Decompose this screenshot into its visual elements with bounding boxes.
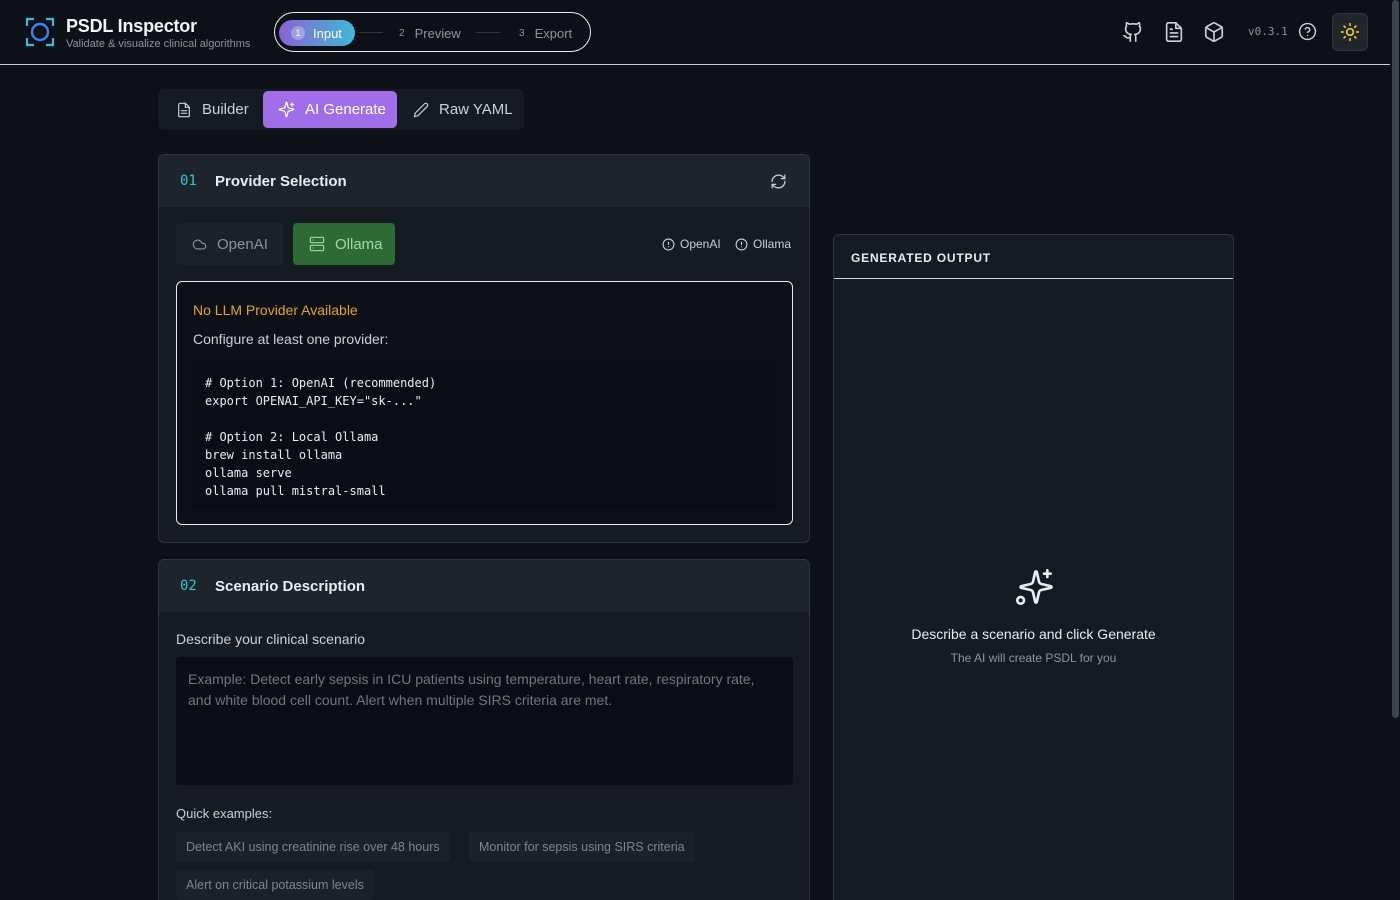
step-number: 2 [399,27,405,39]
warning-title: No LLM Provider Available [193,302,358,318]
docs-icon[interactable] [1163,21,1185,43]
step-connector [359,32,383,33]
status-label: Ollama [753,237,792,251]
code-line: export OPENAI_API_KEY="sk-..." [205,394,422,408]
panel-header: 02 Scenario Description [159,560,809,612]
scrollbar-thumb[interactable] [1392,0,1399,718]
tab-raw-yaml[interactable]: Raw YAML [397,91,524,128]
sun-icon [1340,22,1360,42]
mode-tabs: Builder AI Generate Raw YAML [158,89,524,130]
code-line: ollama serve [205,466,292,480]
package-icon[interactable] [1203,21,1225,43]
step-connector [476,32,500,33]
tab-label: Builder [202,101,249,118]
tab-label: AI Generate [305,101,386,118]
quick-example-chip[interactable]: Alert on critical potassium levels [176,870,374,900]
provider-selection-panel: 01 Provider Selection OpenAI Ollama Open… [158,154,810,543]
workflow-stepper: 1 Input 2 Preview 3 Export [274,12,591,52]
version-label: v0.3.1 [1248,25,1288,38]
alert-circle-icon [735,238,748,250]
tab-label: Raw YAML [439,101,513,118]
openai-status: OpenAI [662,237,721,251]
status-label: OpenAI [680,237,721,251]
step-label: Preview [414,25,461,41]
provider-label: OpenAI [217,235,268,253]
code-line: # Option 1: OpenAI (recommended) [205,376,437,390]
ollama-status: Ollama [735,237,791,251]
provider-label: Ollama [335,235,383,253]
generated-output-panel: GENERATED OUTPUT Describe a scenario and… [833,234,1234,900]
alert-circle-icon [662,238,675,250]
cloud-icon [192,239,207,249]
logo-icon [25,17,55,47]
app-title: PSDL Inspector [66,16,197,36]
help-icon[interactable] [1298,22,1317,41]
code-line: # Option 2: Local Ollama [205,430,379,444]
warning-subtitle: Configure at least one provider: [193,331,389,347]
step-input[interactable]: 1 Input [279,20,355,46]
step-label: Input [313,25,342,41]
quick-example-chip[interactable]: Monitor for sepsis using SIRS criteria [469,832,695,862]
section-number: 01 [180,173,197,189]
server-icon [309,236,325,252]
step-preview[interactable]: 2 Preview [399,20,461,46]
empty-state-subtitle: The AI will create PSDL for you [950,651,1117,665]
scenario-input[interactable] [176,657,793,785]
quick-example-chip[interactable]: Detect AKI using creatinine rise over 48… [176,832,450,862]
step-number: 1 [291,26,305,40]
ollama-provider-button[interactable]: Ollama [293,223,395,265]
section-number: 02 [180,578,197,594]
document-icon [178,102,190,117]
theme-toggle-button[interactable] [1332,13,1368,51]
tab-ai-generate[interactable]: AI Generate [263,91,397,128]
step-label: Export [534,25,573,41]
code-line: brew install ollama [205,448,343,462]
sparkles-icon [1016,569,1053,605]
sparkles-icon [278,101,295,118]
scenario-label: Describe your clinical scenario [176,631,366,647]
empty-state-title: Describe a scenario and click Generate [911,626,1156,642]
scenario-description-panel: 02 Scenario Description Describe your cl… [158,559,810,900]
section-title: Provider Selection [215,173,347,190]
output-title: GENERATED OUTPUT [851,251,991,265]
setup-code-block: # Option 1: OpenAI (recommended) export … [193,360,776,510]
output-header: GENERATED OUTPUT [834,235,1233,279]
code-line: ollama pull mistral-small [205,484,386,498]
section-title: Scenario Description [215,578,366,595]
pencil-icon [413,102,429,117]
step-number: 3 [519,27,525,39]
quick-examples-label: Quick examples: [176,806,273,821]
tab-builder[interactable]: Builder [158,91,263,128]
github-icon[interactable] [1122,21,1144,43]
app-subtitle: Validate & visualize clinical algorithms [66,38,251,50]
no-provider-warning: No LLM Provider Available Configure at l… [176,281,793,525]
refresh-icon[interactable] [770,173,787,190]
openai-provider-button[interactable]: OpenAI [176,223,283,265]
step-export[interactable]: 3 Export [519,20,572,46]
app-header: PSDL Inspector Validate & visualize clin… [0,0,1390,65]
panel-header: 01 Provider Selection [159,155,809,207]
